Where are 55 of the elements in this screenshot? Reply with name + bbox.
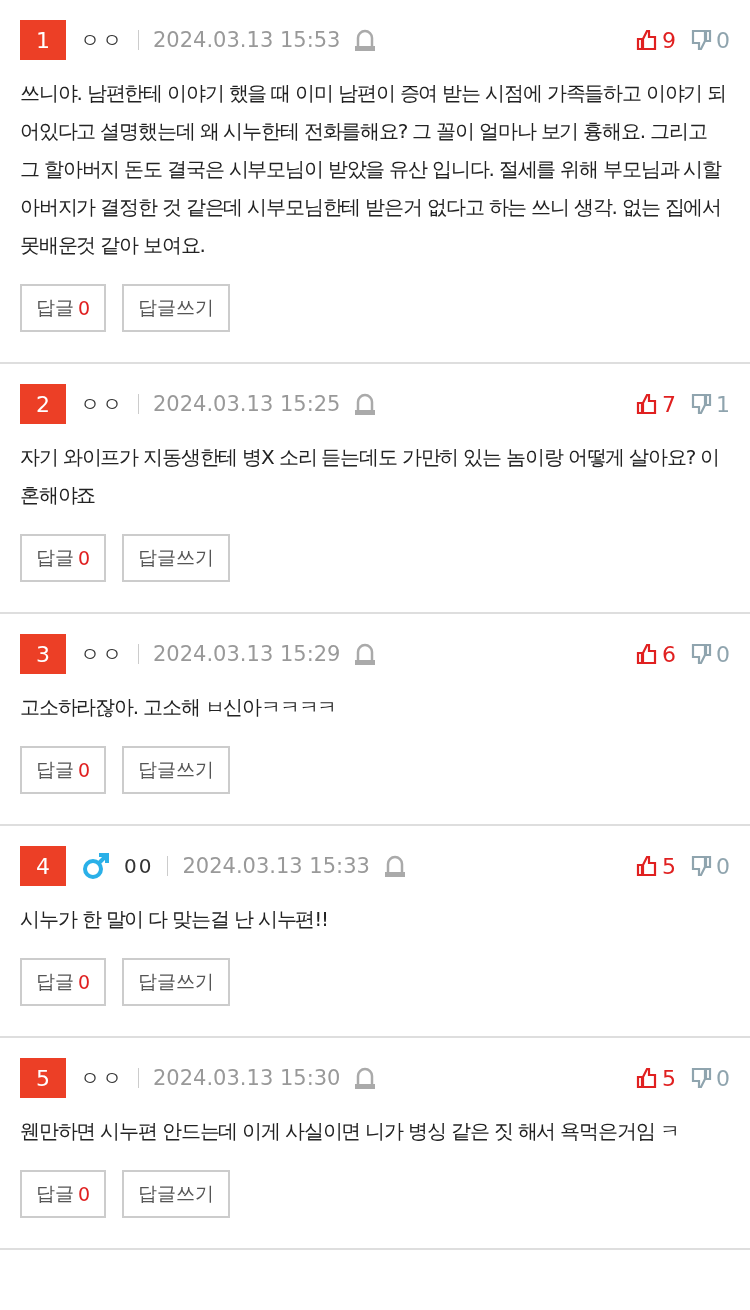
siren-icon[interactable] [383, 854, 406, 878]
siren-icon[interactable] [354, 392, 377, 416]
comment-date: 2024.03.13 15:53 [153, 28, 341, 52]
rank-label: 4 [20, 846, 66, 886]
thumbs-down-icon[interactable] [690, 393, 712, 415]
siren-icon[interactable] [354, 1066, 377, 1090]
comment-text: 웬만하면 시누편 안드는데 이게 사실이면 니가 병싱 같은 짓 해서 욕먹은거임 ㅋ [20, 1118, 680, 1145]
dislike-count: 0 [716, 853, 730, 879]
author-name: ㅇㅇ [80, 390, 124, 418]
siren-icon[interactable] [354, 642, 377, 666]
author-name: ㅇㅇ [80, 26, 124, 54]
thumbs-down-icon[interactable] [690, 855, 712, 877]
comment-text: 고소하라잖아. 고소해 ㅂ신아ㅋㅋㅋㅋ [20, 694, 338, 721]
reply-button[interactable]: 답글 0 [20, 958, 107, 1006]
comment-text: 쓰니야. 남편한테 이야기 했을 때 이미 남편이 증여 받는 시점에 가족들하고 이야기 되어있다고 셜명했는데 왜 시누한테 전화를해요? 그 꼴이 얼마나 보기 흉해요. 그리고 그 할아버지 돈도 결국은 시부모님이 받았을 유산 입니다. 절세를 위해 부모님과 시할아버지가 결정한 것 같은데 시부모님한테 받은거 없다고 하는 쓰니 생각. 없는 집에서 못배운것 같아 보여요. [20, 80, 728, 259]
dislike-count: 1 [716, 391, 730, 417]
comment-date: 2024.03.13 15:33 [182, 854, 370, 878]
author-name: 00 [124, 854, 154, 878]
thumbs-up-icon[interactable] [636, 1067, 658, 1089]
thumbs-down-icon[interactable] [690, 643, 712, 665]
author-name: ㅇㅇ [80, 1064, 124, 1092]
siren-icon[interactable] [354, 28, 377, 52]
dislike-count: 0 [716, 1065, 730, 1091]
like-count: 6 [662, 641, 676, 667]
comment-date: 2024.03.13 15:29 [153, 642, 341, 666]
reply-button[interactable]: 답글 0 [20, 746, 107, 794]
thumbs-up-icon[interactable] [636, 29, 658, 51]
comment-text: 자기 와이프가 지동생한테 병X 소리 듣는데도 가만히 있는 놈이랑 어떻게 살아요? 이혼해야죠 [20, 444, 721, 509]
thumbs-up-icon[interactable] [636, 855, 658, 877]
like-count: 5 [662, 1065, 676, 1091]
rank-label: 3 [20, 634, 66, 674]
write-reply-button[interactable]: 답글쓰기 [122, 534, 231, 582]
like-count: 9 [662, 27, 676, 53]
like-count: 7 [662, 391, 676, 417]
thumbs-up-icon[interactable] [636, 393, 658, 415]
rank-label: 1 [20, 20, 66, 60]
write-reply-button[interactable]: 답글쓰기 [122, 1170, 231, 1218]
rank-label: 2 [20, 384, 66, 424]
comment-text: 시누가 한 말이 다 맞는걸 난 시누편!! [20, 906, 329, 933]
rank-label: 5 [20, 1058, 66, 1098]
dislike-count: 0 [716, 27, 730, 53]
reply-button[interactable]: 답글 0 [20, 534, 107, 582]
write-reply-button[interactable]: 답글쓰기 [122, 958, 231, 1006]
comment-date: 2024.03.13 15:25 [153, 392, 341, 416]
reply-button[interactable]: 답글 0 [20, 284, 107, 332]
like-count: 5 [662, 853, 676, 879]
comment-date: 2024.03.13 15:30 [153, 1066, 341, 1090]
author-name: ㅇㅇ [80, 640, 124, 668]
thumbs-up-icon[interactable] [636, 643, 658, 665]
write-reply-button[interactable]: 답글쓰기 [122, 284, 231, 332]
dislike-count: 0 [716, 641, 730, 667]
thumbs-down-icon[interactable] [690, 29, 712, 51]
thumbs-down-icon[interactable] [690, 1067, 712, 1089]
reply-button[interactable]: 답글 0 [20, 1170, 107, 1218]
write-reply-button[interactable]: 답글쓰기 [122, 746, 231, 794]
